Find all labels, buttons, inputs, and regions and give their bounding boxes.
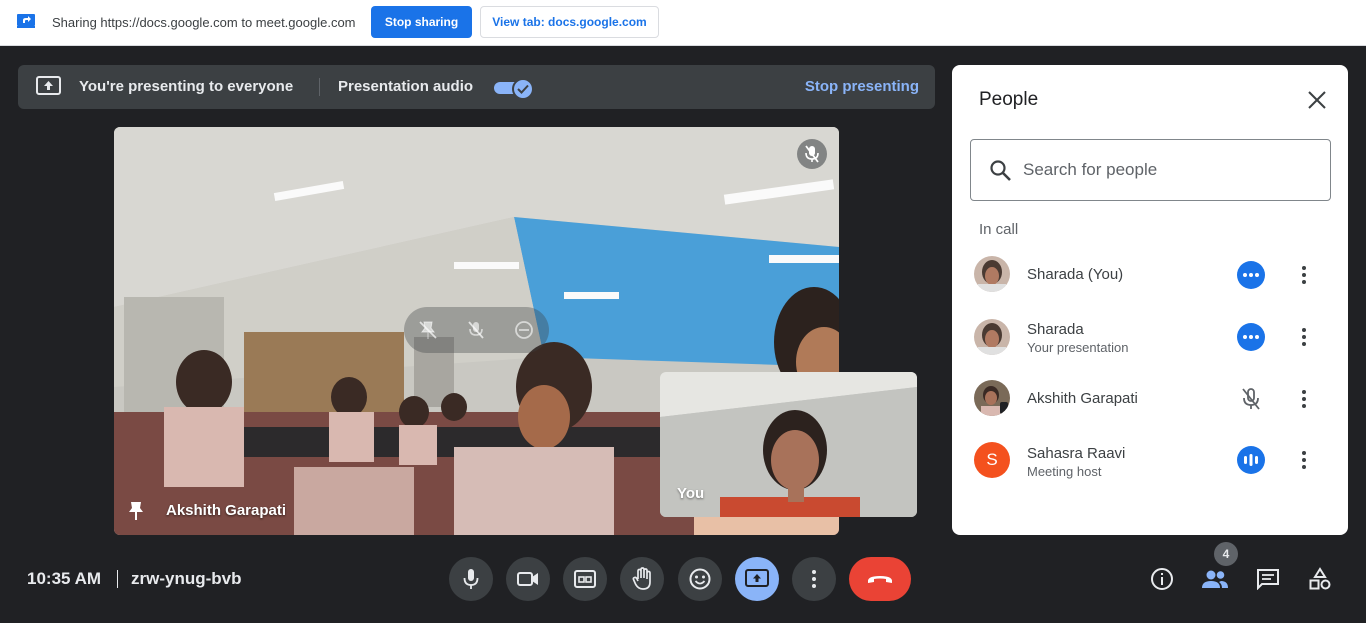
presenting-status-text: You're presenting to everyone xyxy=(79,78,294,95)
people-panel: People In call Sharada (You) Sharada You… xyxy=(952,65,1348,535)
participant-name: Sharada (You) xyxy=(1027,266,1124,283)
more-vert-icon[interactable] xyxy=(1293,385,1315,413)
more-options-icon xyxy=(812,570,816,588)
avatar: S xyxy=(974,442,1010,478)
remove-icon[interactable] xyxy=(514,320,534,340)
sharing-status-text: Sharing https://docs.google.com to meet.… xyxy=(52,15,356,30)
pinned-icon xyxy=(128,501,144,521)
more-options-button[interactable] xyxy=(792,557,836,601)
captions-button[interactable] xyxy=(563,557,607,601)
meeting-code: zrw-ynug-bvb xyxy=(131,569,242,588)
meeting-info-button[interactable] xyxy=(1148,565,1176,593)
self-view-tile[interactable]: You xyxy=(660,372,917,517)
avatar xyxy=(974,256,1010,292)
panel-title: People xyxy=(979,89,1039,110)
people-count-badge: 4 xyxy=(1214,542,1238,566)
microphone-icon xyxy=(463,569,479,589)
sharing-bar: Sharing https://docs.google.com to meet.… xyxy=(0,0,1366,46)
close-icon xyxy=(1308,91,1326,109)
in-call-label: In call xyxy=(979,221,1019,238)
speaking-indicator-icon xyxy=(1237,446,1265,474)
present-icon xyxy=(745,569,769,587)
participant-subtitle: Your presentation xyxy=(1027,340,1129,355)
end-call-icon xyxy=(868,576,892,583)
camera-button[interactable] xyxy=(506,557,550,601)
participant-row[interactable]: S Sahasra Raavi Meeting host xyxy=(952,431,1348,489)
captions-icon xyxy=(574,570,596,588)
avatar xyxy=(974,319,1010,355)
search-icon xyxy=(989,159,1013,183)
participant-name: Akshith Garapati xyxy=(166,502,287,519)
chat-button[interactable] xyxy=(1254,565,1282,593)
search-box xyxy=(970,139,1331,201)
emoji-button[interactable] xyxy=(678,557,722,601)
activities-icon xyxy=(1309,567,1331,590)
activities-button[interactable] xyxy=(1306,565,1334,593)
raise-hand-icon xyxy=(632,567,651,590)
microphone-button[interactable] xyxy=(449,557,493,601)
more-vert-icon[interactable] xyxy=(1293,446,1315,474)
mic-off-icon xyxy=(1237,385,1265,413)
more-options-icon[interactable] xyxy=(1237,261,1265,289)
chat-icon xyxy=(1257,569,1279,590)
more-vert-icon[interactable] xyxy=(1293,323,1315,351)
present-screen-icon xyxy=(36,76,61,97)
avatar xyxy=(974,380,1010,416)
check-icon xyxy=(517,84,529,94)
people-button[interactable] xyxy=(1201,565,1229,593)
muted-badge xyxy=(797,139,827,169)
participant-name: Akshith Garapati xyxy=(1027,390,1138,407)
stop-presenting-button[interactable]: Stop presenting xyxy=(805,78,919,95)
participant-name: Sharada xyxy=(1027,321,1084,338)
banner-divider xyxy=(319,78,320,96)
search-people-input[interactable] xyxy=(1023,156,1313,184)
camera-icon xyxy=(517,572,538,586)
participant-row[interactable]: Akshith Garapati xyxy=(952,369,1348,427)
emoji-icon xyxy=(689,568,711,590)
view-tab-button[interactable]: View tab: docs.google.com xyxy=(480,6,659,38)
mic-off-icon xyxy=(805,145,819,163)
presenting-banner: You're presenting to everyone Presentati… xyxy=(18,65,935,109)
pin-icon[interactable] xyxy=(418,320,438,340)
more-vert-icon[interactable] xyxy=(1293,261,1315,289)
screen-share-icon xyxy=(17,14,35,28)
toggle-knob xyxy=(512,78,534,100)
people-icon xyxy=(1202,570,1228,588)
bottom-divider xyxy=(117,570,118,588)
mute-participant-icon[interactable] xyxy=(466,320,486,340)
close-panel-button[interactable] xyxy=(1304,87,1330,113)
presentation-audio-label: Presentation audio xyxy=(338,78,474,95)
meeting-time: 10:35 AM xyxy=(27,569,102,588)
tile-hover-controls xyxy=(404,307,549,353)
info-icon xyxy=(1151,568,1173,590)
stop-sharing-button[interactable]: Stop sharing xyxy=(371,6,472,38)
presentation-audio-toggle[interactable] xyxy=(494,78,536,100)
more-options-icon[interactable] xyxy=(1237,323,1265,351)
present-button[interactable] xyxy=(735,557,779,601)
participant-subtitle: Meeting host xyxy=(1027,464,1102,479)
participant-row[interactable]: Sharada Your presentation xyxy=(952,307,1348,365)
participant-row[interactable]: Sharada (You) xyxy=(952,245,1348,303)
participant-name: Sahasra Raavi xyxy=(1027,445,1126,462)
raise-hand-button[interactable] xyxy=(620,557,664,601)
end-call-button[interactable] xyxy=(849,557,911,601)
self-view-label: You xyxy=(677,485,705,502)
